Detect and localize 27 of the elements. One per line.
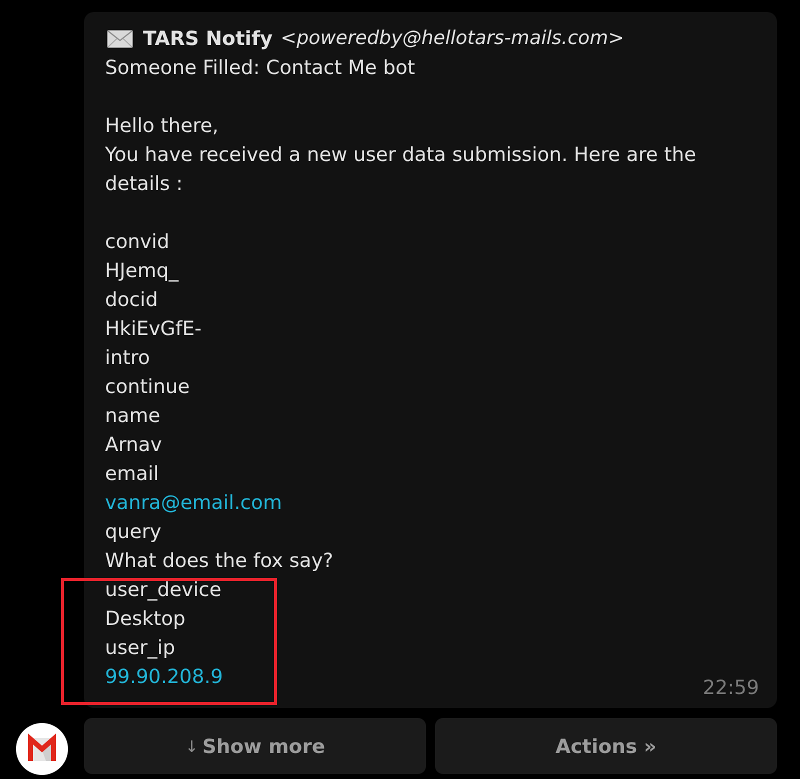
- value-link[interactable]: vanra@email.com: [105, 491, 282, 514]
- intro-text: You have received a new user data submission. Here are the details :: [105, 142, 698, 197]
- field-label: query: [105, 519, 162, 545]
- mail-avatar-icon: [16, 722, 68, 774]
- field-value: HkiEvGfE-: [105, 316, 203, 342]
- field-label: docid: [105, 287, 159, 313]
- show-more-button[interactable]: ↓ Show more: [84, 718, 426, 774]
- field-label: name: [105, 403, 162, 429]
- field-value: Arnav: [105, 432, 163, 458]
- greeting: Hello there,: [105, 113, 220, 139]
- subject: Someone Filled: Contact Me bot: [105, 55, 416, 81]
- field-label: intro: [105, 345, 151, 371]
- field-label: convid: [105, 229, 170, 255]
- timestamp: 22:59: [702, 675, 759, 701]
- actions-button[interactable]: Actions »: [435, 718, 777, 774]
- envelope-icon: [107, 30, 133, 48]
- value-link[interactable]: 99.90.208.9: [105, 665, 223, 688]
- field-label: user_ip: [105, 635, 176, 661]
- sender-address: <poweredby@hellotars-mails.com>: [280, 26, 624, 51]
- down-arrow-icon: ↓: [184, 736, 198, 756]
- field-value: Desktop: [105, 606, 186, 632]
- field-label: user_device: [105, 577, 222, 603]
- field-value: What does the fox say?: [105, 548, 334, 574]
- field-value: HJemq_: [105, 258, 180, 284]
- sender-name: TARS Notify: [143, 26, 273, 52]
- field-value: continue: [105, 374, 191, 400]
- field-label: email: [105, 461, 160, 487]
